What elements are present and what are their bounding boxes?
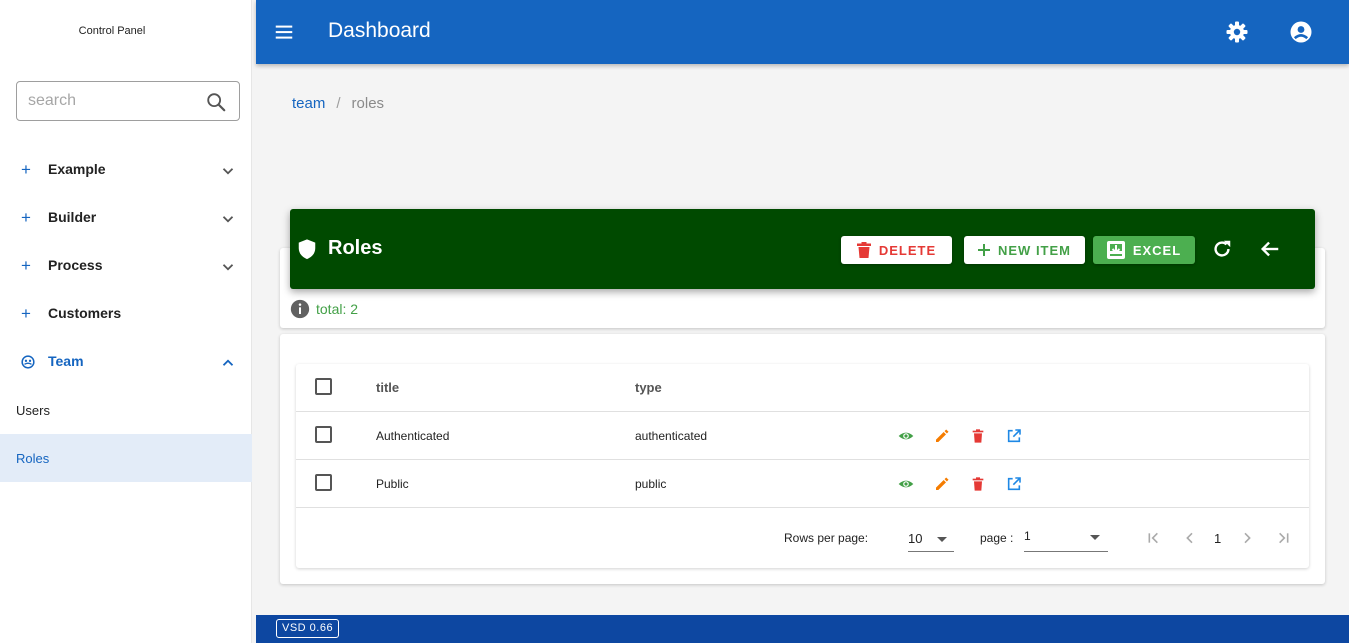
sidebar-item-roles[interactable]: Roles <box>0 434 252 482</box>
search-icon[interactable] <box>205 91 227 113</box>
sidebar-item-customers[interactable]: + Customers <box>0 290 252 338</box>
sidebar-item-label: Users <box>16 403 50 418</box>
excel-icon <box>1106 241 1125 259</box>
sidebar-item-label: Team <box>48 353 84 369</box>
breadcrumb: team / roles <box>292 95 384 112</box>
pencil-icon[interactable] <box>934 476 950 492</box>
sidebar-item-team[interactable]: Team <box>0 338 252 386</box>
page-title: Dashboard <box>328 19 431 42</box>
plus-icon: + <box>21 304 31 323</box>
excel-button-label: EXCEL <box>1132 242 1182 258</box>
chevron-up-icon <box>222 359 234 366</box>
arrow-back-icon[interactable] <box>1259 238 1281 260</box>
delete-button[interactable]: DELETE <box>841 236 952 264</box>
chevron-down-icon <box>222 216 234 223</box>
trash-icon <box>856 242 871 258</box>
table-card: title type Authenticated authenticated P… <box>280 334 1325 584</box>
table-row: Authenticated authenticated <box>296 412 1309 460</box>
info-icon <box>290 299 310 319</box>
next-page-icon[interactable] <box>1239 530 1255 546</box>
sidebar-item-label: Customers <box>48 305 122 321</box>
page-select-value: 1 <box>1024 529 1031 543</box>
plus-icon: + <box>21 208 31 227</box>
refresh-icon[interactable] <box>1211 238 1233 260</box>
eye-icon[interactable] <box>898 428 914 444</box>
menu-icon[interactable] <box>273 21 295 43</box>
settings-icon[interactable] <box>1225 20 1249 44</box>
excel-button[interactable]: EXCEL <box>1093 236 1195 264</box>
sidebar-item-label: Process <box>48 257 103 273</box>
column-header-title[interactable]: title <box>376 380 399 395</box>
breadcrumb-link-team[interactable]: team <box>292 95 325 112</box>
new-item-button[interactable]: NEW ITEM <box>964 236 1085 264</box>
cell-type: public <box>635 477 667 491</box>
row-checkbox[interactable] <box>315 426 332 443</box>
trash-icon[interactable] <box>970 428 986 444</box>
cell-title: Authenticated <box>376 429 450 443</box>
eye-icon[interactable] <box>898 476 914 492</box>
cell-title: Public <box>376 477 409 491</box>
dropdown-caret-icon <box>937 537 947 542</box>
table-header-row: title type <box>296 364 1309 412</box>
rows-per-page-value: 10 <box>908 531 923 546</box>
total-text: total: 2 <box>316 301 359 317</box>
brand-title: Control Panel <box>78 25 146 37</box>
rows-per-page-select[interactable]: 10 <box>908 526 954 552</box>
search-input[interactable] <box>28 90 198 112</box>
sidebar: Control Panel + Example + Builder + Proc… <box>0 0 252 643</box>
prev-page-icon[interactable] <box>1182 530 1198 546</box>
sidebar-item-label: Roles <box>16 451 50 466</box>
chevron-down-icon <box>222 168 234 175</box>
first-page-icon[interactable] <box>1146 530 1162 546</box>
sidebar-item-example[interactable]: + Example <box>0 146 252 194</box>
page-select[interactable]: 1 <box>1024 526 1108 552</box>
breadcrumb-current: roles <box>351 95 385 112</box>
account-icon[interactable] <box>1289 20 1313 44</box>
chevron-down-icon <box>222 264 234 271</box>
shield-icon <box>298 239 316 260</box>
sidebar-item-process[interactable]: + Process <box>0 242 252 290</box>
page-label: page : <box>980 531 1014 545</box>
current-page-number: 1 <box>1214 531 1222 546</box>
plus-icon: + <box>21 160 31 179</box>
open-external-icon[interactable] <box>1006 476 1022 492</box>
delete-button-label: DELETE <box>878 242 937 258</box>
table-row: Public public <box>296 460 1309 508</box>
last-page-icon[interactable] <box>1275 530 1291 546</box>
select-all-checkbox[interactable] <box>315 378 332 395</box>
column-header-type[interactable]: type <box>635 380 662 395</box>
version-badge: VSD 0.66 <box>276 619 340 638</box>
roles-table: title type Authenticated authenticated P… <box>296 364 1309 568</box>
pagination: Rows per page: 10 page : 1 1 <box>296 510 1309 568</box>
sidebar-item-users[interactable]: Users <box>0 386 252 434</box>
open-external-icon[interactable] <box>1006 428 1022 444</box>
sidebar-item-label: Builder <box>48 209 97 225</box>
app-header: Dashboard <box>256 0 1349 64</box>
sidebar-search <box>16 81 240 121</box>
app-footer: VSD 0.66 <box>256 615 1349 643</box>
total-count: total: 2 <box>290 299 358 319</box>
row-checkbox[interactable] <box>315 474 332 491</box>
plus-icon: + <box>21 256 31 275</box>
breadcrumb-separator: / <box>336 95 341 112</box>
rows-per-page-label: Rows per page: <box>784 531 869 545</box>
sidebar-item-label: Example <box>48 161 106 177</box>
dropdown-caret-icon <box>1090 535 1100 540</box>
cell-type: authenticated <box>635 429 708 443</box>
pencil-icon[interactable] <box>934 428 950 444</box>
trash-icon[interactable] <box>970 476 986 492</box>
sidebar-item-builder[interactable]: + Builder <box>0 194 252 242</box>
roles-toolbar: Roles DELETE NEW ITEM EXCEL <box>290 209 1315 289</box>
toolbar-title: Roles <box>328 237 383 259</box>
plus-icon <box>978 244 990 256</box>
team-icon <box>21 355 35 369</box>
new-item-button-label: NEW ITEM <box>998 242 1071 258</box>
